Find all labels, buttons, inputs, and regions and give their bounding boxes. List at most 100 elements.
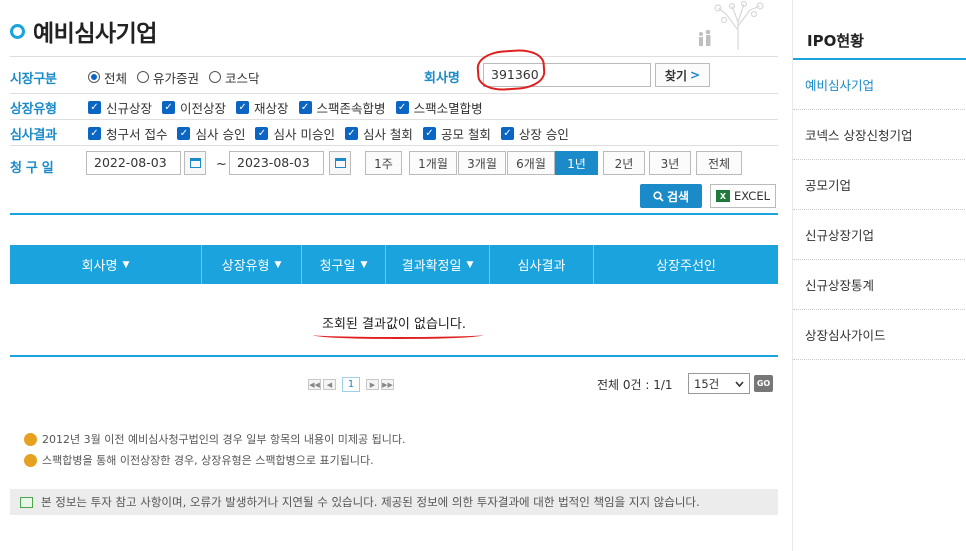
radio-checked-icon[interactable] (88, 71, 100, 83)
sidebar-item-preliminary-review[interactable]: 예비심사기업 (793, 60, 966, 110)
company-name-label: 회사명 (424, 71, 460, 86)
period-button-1m[interactable]: 1개월 (409, 151, 457, 175)
search-button-label: 검색 (666, 189, 690, 204)
calendar-icon[interactable] (184, 151, 206, 175)
date-range-separator: ~ (216, 157, 227, 172)
checkbox-checked-icon[interactable]: ✓ (298, 100, 312, 114)
review-result-option-label: 청구서 접수 (106, 126, 168, 142)
note-text: 스팩합병을 통해 이전상장한 경우, 상장유형은 스팩합병으로 표기됩니다. (42, 454, 374, 467)
listing-type-option[interactable]: ✓ 스팩존속합병 (298, 98, 386, 117)
find-company-button[interactable]: 찾기 > (655, 63, 710, 87)
disclaimer-bar: 본 정보는 투자 참고 사항이며, 오류가 발생하거나 지연될 수 있습니다. … (10, 489, 778, 515)
go-button[interactable]: GO (754, 375, 773, 392)
empty-result-message: 조회된 결과값이 없습니다. (322, 317, 466, 332)
sidebar-item-listing-stats[interactable]: 신규상장통계 (793, 260, 966, 310)
period-button-3y[interactable]: 3년 (649, 151, 691, 175)
review-result-option[interactable]: ✓ 심사 승인 (177, 124, 245, 143)
listing-type-option-label: 스팩소멸합병 (413, 100, 483, 116)
chevron-down-icon (735, 380, 744, 387)
checkbox-checked-icon[interactable]: ✓ (422, 126, 436, 140)
start-date-input[interactable]: 2022-08-03 (86, 151, 181, 175)
period-button-2y[interactable]: 2년 (603, 151, 645, 175)
checkbox-checked-icon[interactable]: ✓ (88, 100, 101, 114)
checkbox-checked-icon[interactable]: ✓ (236, 100, 250, 114)
radio-icon[interactable] (209, 71, 222, 83)
page-number[interactable]: 1 (342, 377, 360, 392)
market-option-all[interactable]: 전체 (88, 68, 127, 87)
market-option-kospi[interactable]: 유가증권 (137, 68, 199, 87)
listing-type-option[interactable]: ✓ 스팩소멸합병 (395, 98, 483, 117)
notice-icon (20, 496, 33, 508)
checkbox-checked-icon[interactable]: ✓ (395, 100, 409, 114)
column-label: 결과확정일 (401, 259, 462, 274)
column-header-confirm-date[interactable]: 결과확정일 ▼ (386, 245, 490, 284)
tree-illustration-icon (699, 0, 764, 50)
checkbox-checked-icon[interactable]: ✓ (344, 126, 358, 140)
column-label: 청구일 (319, 259, 356, 274)
sort-caret-icon: ▼ (274, 259, 282, 270)
excel-download-button[interactable]: X EXCEL (710, 184, 776, 208)
checkbox-checked-icon[interactable]: ✓ (177, 126, 191, 140)
note-text: 2012년 3월 이전 예비심사청구법인의 경우 일부 항목의 내용이 미제공 … (42, 433, 406, 446)
radio-icon[interactable] (137, 71, 150, 83)
checkbox-checked-icon[interactable]: ✓ (88, 126, 101, 140)
first-page-icon[interactable]: ◀◀ (308, 379, 321, 390)
excel-icon: X (715, 190, 730, 202)
divider (10, 119, 778, 120)
sort-caret-icon: ▼ (122, 259, 130, 270)
sort-caret-icon: ▼ (466, 259, 474, 270)
review-result-option-label: 공모 철회 (440, 126, 491, 142)
results-table-header: 회사명 ▼ 상장유형 ▼ 청구일 ▼ 결과확정일 ▼ 심사결과 상장주선인 (10, 245, 778, 284)
search-icon (653, 190, 664, 202)
period-button-3m[interactable]: 3개월 (458, 151, 506, 175)
review-result-option-label: 심사 승인 (195, 126, 246, 142)
sidebar-item-public-offering[interactable]: 공모기업 (793, 160, 966, 210)
period-button-6m[interactable]: 6개월 (507, 151, 555, 175)
page-size-value: 15건 (694, 376, 720, 391)
column-label: 회사명 (81, 259, 118, 274)
review-result-option[interactable]: ✓ 공모 철회 (422, 124, 491, 143)
calendar-icon[interactable] (329, 151, 351, 175)
market-option-label: 전체 (104, 70, 128, 86)
note-item: 2012년 3월 이전 예비심사청구법인의 경우 일부 항목의 내용이 미제공 … (24, 431, 405, 447)
review-result-option-label: 심사 철회 (362, 126, 413, 142)
pagination: ◀◀ ◀ 1 ▶ ▶▶ (308, 377, 394, 392)
checkbox-checked-icon[interactable]: ✓ (255, 126, 269, 140)
period-button-1y[interactable]: 1년 (555, 151, 598, 175)
market-option-kosdaq[interactable]: 코스닥 (209, 68, 260, 87)
sidebar-item-review-guide[interactable]: 상장심사가이드 (793, 310, 966, 360)
review-result-option[interactable]: ✓ 상장 승인 (500, 124, 569, 143)
review-result-option[interactable]: ✓ 심사 철회 (344, 124, 413, 143)
listing-type-option[interactable]: ✓ 이전상장 (162, 98, 226, 117)
disclaimer-text: 본 정보는 투자 참고 사항이며, 오류가 발생하거나 지연될 수 있습니다. … (41, 495, 700, 509)
review-result-option[interactable]: ✓ 청구서 접수 (88, 124, 167, 143)
result-count-summary: 전체 0건 : 1/1 (597, 378, 673, 392)
listing-type-option[interactable]: ✓ 신규상장 (88, 98, 152, 117)
review-result-option-label: 상장 승인 (518, 126, 569, 142)
sidebar-item-new-listings[interactable]: 신규상장기업 (793, 210, 966, 260)
checkbox-checked-icon[interactable]: ✓ (162, 100, 176, 114)
column-header-listing-type[interactable]: 상장유형 ▼ (202, 245, 302, 284)
review-result-label: 심사결과 (10, 127, 57, 143)
listing-type-row: 상장유형 ✓ 신규상장 ✓ 이전상장 ✓ 재상장 ✓ 스팩존속합병 ✓ 스팩소멸합병 (10, 96, 493, 118)
sidebar-item-konex-applicants[interactable]: 코넥스 상장신청기업 (793, 110, 966, 160)
review-result-option[interactable]: ✓ 심사 미승인 (255, 124, 335, 143)
last-page-icon[interactable]: ▶▶ (381, 379, 394, 390)
column-header-company[interactable]: 회사명 ▼ (10, 245, 202, 284)
page-title-text: 예비심사기업 (33, 21, 157, 47)
listing-type-option[interactable]: ✓ 재상장 (236, 98, 289, 117)
title-ring-icon (10, 23, 25, 39)
search-button[interactable]: 검색 (640, 184, 702, 208)
column-label: 심사결과 (517, 259, 566, 274)
annotation-underline (313, 331, 483, 339)
prev-page-icon[interactable]: ◀ (323, 379, 336, 390)
market-option-label: 유가증권 (153, 70, 200, 86)
checkbox-checked-icon[interactable]: ✓ (500, 126, 514, 140)
next-page-icon[interactable]: ▶ (366, 379, 379, 390)
end-date-input[interactable]: 2023-08-03 (229, 151, 324, 175)
review-result-row: 심사결과 ✓ 청구서 접수 ✓ 심사 승인 ✓ 심사 미승인 ✓ 심사 철회 ✓ 공모 철… (10, 122, 579, 144)
column-header-request-date[interactable]: 청구일 ▼ (302, 245, 386, 284)
period-button-1w[interactable]: 1주 (365, 151, 402, 175)
page-size-select[interactable]: 15건 (688, 373, 750, 394)
period-button-all[interactable]: 전체 (696, 151, 742, 175)
